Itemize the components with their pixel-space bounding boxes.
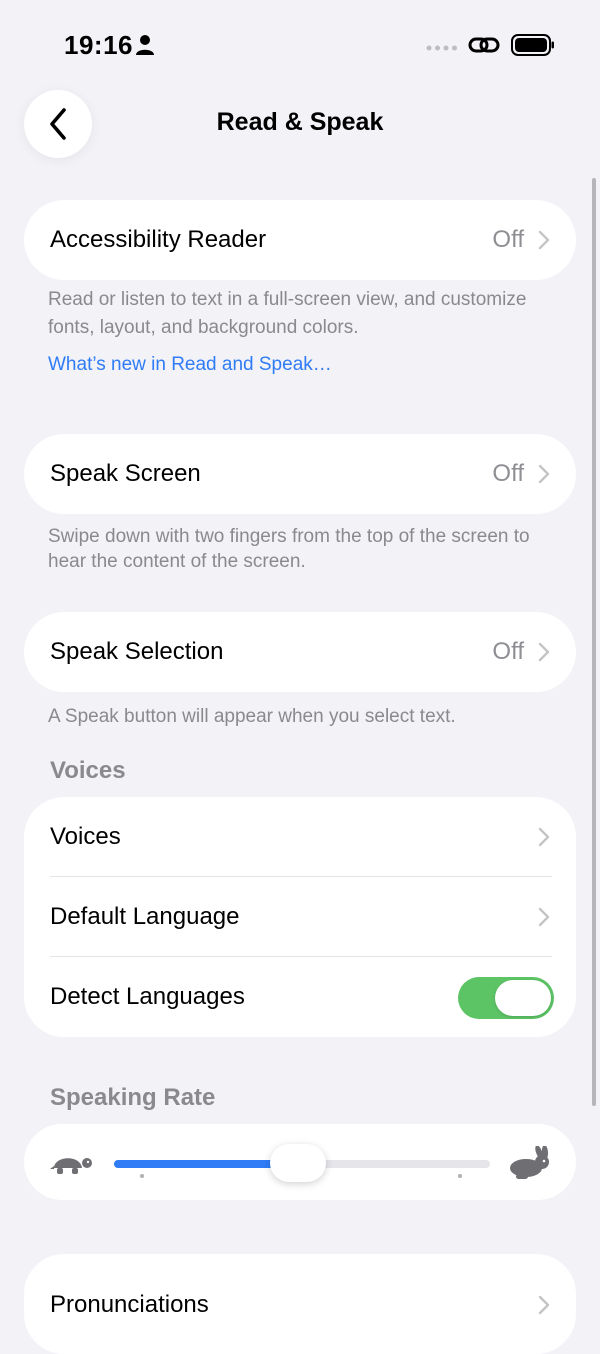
speak-screen-footer: Swipe down with two fingers from the top… [48, 526, 530, 572]
pronunciations-label: Pronunciations [50, 1291, 209, 1318]
chevron-right-icon [538, 1295, 550, 1315]
accessibility-reader-value: Off [492, 226, 524, 253]
cellular-signal-icon [426, 45, 457, 51]
speak-selection-value: Off [492, 638, 524, 665]
speaking-rate-section-header: Speaking Rate [50, 1084, 216, 1111]
speak-selection-footer: A Speak button will appear when you sele… [48, 706, 456, 727]
detect-languages-toggle[interactable] [458, 977, 554, 1019]
voices-row[interactable]: Voices [24, 797, 576, 877]
accessibility-reader-row[interactable]: Accessibility Reader Off [24, 200, 576, 280]
status-bar: 19:16 [0, 0, 600, 90]
person-icon [136, 35, 154, 55]
speak-screen-row[interactable]: Speak Screen Off [24, 434, 576, 514]
chevron-right-icon [538, 230, 550, 250]
voices-label: Voices [50, 823, 121, 850]
detect-languages-row: Detect Languages [24, 957, 576, 1037]
status-time: 19:16 [64, 30, 133, 60]
speak-selection-label: Speak Selection [50, 638, 224, 665]
voices-card: Voices Default Language Detect Languages [24, 797, 576, 1037]
speak-screen-value: Off [492, 460, 524, 487]
chevron-right-icon [538, 907, 550, 927]
speaking-rate-slider-thumb[interactable] [270, 1144, 327, 1182]
page-title: Read & Speak [216, 108, 384, 136]
pronunciations-row[interactable]: Pronunciations [24, 1254, 576, 1334]
accessibility-reader-footer: Read or listen to text in a full-screen … [48, 289, 527, 338]
default-language-row[interactable]: Default Language [24, 877, 576, 957]
whats-new-link[interactable]: What’s new in Read and Speak… [48, 354, 332, 376]
turtle-icon [50, 1158, 92, 1174]
slider-tick-mark [140, 1174, 144, 1178]
pronunciations-card: Pronunciations [24, 1254, 576, 1354]
accessibility-reader-card: Accessibility Reader Off [24, 200, 576, 280]
voices-section-header: Voices [50, 757, 126, 784]
speaking-rate-card [24, 1124, 576, 1200]
accessibility-reader-label: Accessibility Reader [50, 226, 267, 253]
chevron-right-icon [538, 464, 550, 484]
speak-selection-card: Speak Selection Off [24, 612, 576, 692]
default-language-label: Default Language [50, 903, 240, 930]
toggle-knob [495, 980, 551, 1016]
battery-icon [511, 34, 554, 56]
link-icon [468, 37, 500, 53]
speak-screen-label: Speak Screen [50, 460, 201, 487]
rabbit-icon [510, 1146, 549, 1179]
speak-screen-card: Speak Screen Off [24, 434, 576, 514]
chevron-right-icon [538, 827, 550, 847]
scrollbar[interactable] [592, 178, 596, 1106]
speak-selection-row[interactable]: Speak Selection Off [24, 612, 576, 692]
chevron-right-icon [538, 642, 550, 662]
slider-tick-mark [458, 1174, 462, 1178]
